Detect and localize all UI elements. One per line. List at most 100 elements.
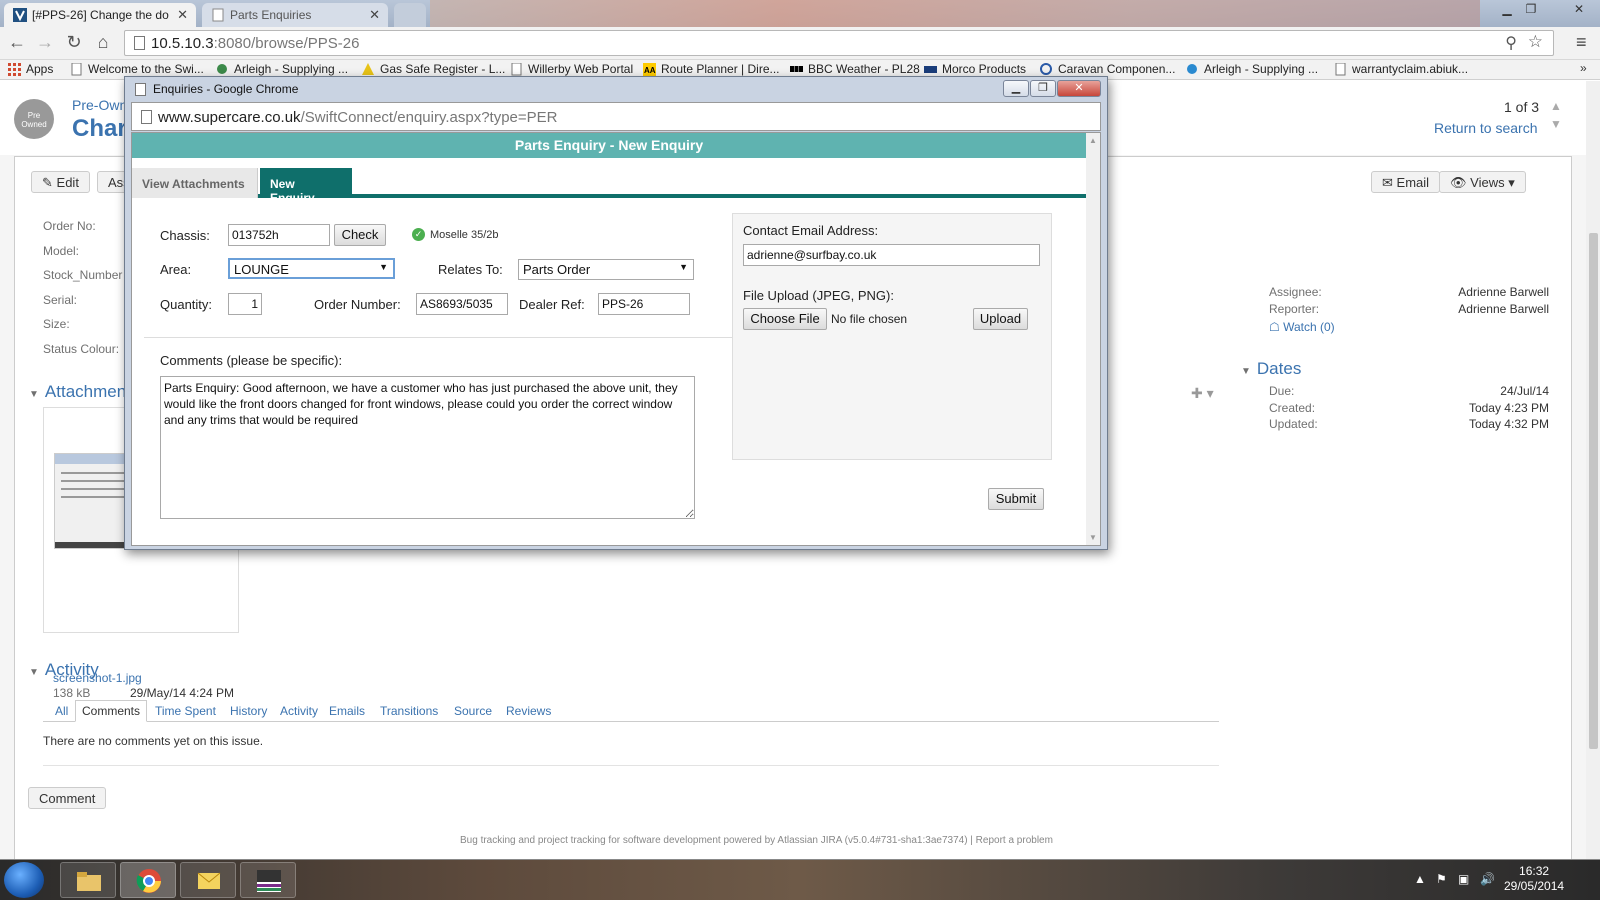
- bookmark-item[interactable]: Arleigh - Supplying ...: [1186, 62, 1318, 76]
- chassis-input[interactable]: [228, 224, 330, 246]
- bookmark-item[interactable]: Welcome to the Swi...: [70, 62, 204, 76]
- due-row: Due: 24/Jul/14: [1269, 384, 1549, 401]
- field-status-colour: Status Colour:: [43, 341, 120, 356]
- apps-grid-icon: [8, 63, 21, 76]
- activity-tab-emails[interactable]: Emails: [329, 704, 365, 718]
- scrollbar-thumb[interactable]: [1589, 233, 1598, 749]
- popup-address-bar[interactable]: www.supercare.co.uk/SwiftConnect/enquiry…: [131, 102, 1101, 131]
- bookmark-star-icon[interactable]: ☆: [1528, 32, 1543, 52]
- bookmark-item[interactable]: Morco Products: [924, 62, 1026, 76]
- bookmark-item[interactable]: BBC Weather - PL28: [790, 62, 920, 76]
- popup-minimize-icon[interactable]: ▁: [1003, 80, 1029, 97]
- start-button[interactable]: [4, 862, 44, 898]
- popup-maximize-icon[interactable]: ❐: [1030, 80, 1056, 97]
- edit-button[interactable]: ✎ Edit: [31, 171, 90, 193]
- upload-button[interactable]: Upload: [973, 308, 1028, 330]
- reporter-value[interactable]: Adrienne Barwell: [1458, 302, 1549, 316]
- taskbar-sage[interactable]: [240, 862, 296, 898]
- submit-button[interactable]: Submit: [988, 488, 1044, 510]
- area-select[interactable]: LOUNGE ▼: [228, 258, 395, 279]
- quantity-input[interactable]: [228, 293, 262, 315]
- search-icon[interactable]: ⚲: [1505, 33, 1517, 53]
- home-icon[interactable]: ⌂: [92, 32, 114, 53]
- tray-network-icon[interactable]: ▣: [1458, 872, 1469, 886]
- address-bar[interactable]: 10.5.10.3:8080/browse/PPS-26 ⚲ ☆: [124, 30, 1554, 56]
- maximize-icon[interactable]: ❐: [1520, 2, 1542, 16]
- page-scrollbar[interactable]: [1586, 81, 1600, 859]
- bbc-icon: [790, 66, 803, 72]
- close-tab-icon[interactable]: ✕: [369, 7, 380, 23]
- bookmarks-overflow[interactable]: »: [1580, 61, 1587, 75]
- activity-tab-activity[interactable]: Activity: [280, 704, 318, 718]
- pager-arrows[interactable]: ▲ ▼: [1550, 97, 1562, 133]
- tray-flag-icon[interactable]: ⚑: [1436, 872, 1447, 886]
- activity-tab-transitions[interactable]: Transitions: [380, 704, 438, 718]
- views-button[interactable]: 👁 Views ▾: [1439, 171, 1526, 193]
- activity-tab-reviews[interactable]: Reviews: [506, 704, 551, 718]
- email-button[interactable]: ✉ Email: [1371, 171, 1441, 193]
- popup-url[interactable]: www.supercare.co.uk/SwiftConnect/enquiry…: [158, 109, 558, 126]
- dates-panel: Due: 24/Jul/14 Created: Today 4:23 PM Upda…: [1269, 384, 1549, 434]
- dates-heading[interactable]: ▼ Dates: [1241, 359, 1301, 379]
- order-number-input[interactable]: [416, 293, 508, 315]
- bookmark-item[interactable]: Caravan Componen...: [1040, 62, 1175, 76]
- tab-parts-enquiries[interactable]: Parts Enquiries ✕: [202, 3, 388, 27]
- project-avatar[interactable]: Pre Owned: [14, 99, 54, 139]
- activity-tab-all[interactable]: All: [55, 704, 68, 718]
- bookmark-item[interactable]: Arleigh - Supplying ...: [216, 62, 348, 76]
- taskbar-chrome[interactable]: [120, 862, 176, 898]
- relates-to-select[interactable]: Parts Order ▼: [518, 259, 694, 280]
- taskbar-outlook[interactable]: [180, 862, 236, 898]
- check-button[interactable]: Check: [334, 224, 386, 246]
- comment-button[interactable]: Comment: [28, 787, 107, 809]
- taskbar-explorer[interactable]: [60, 862, 116, 898]
- bookmark-item[interactable]: AA Route Planner | Dire...: [643, 62, 780, 76]
- activity-tab-comments[interactable]: Comments: [75, 700, 148, 722]
- project-link[interactable]: Pre-Own: [72, 97, 127, 113]
- activity-tab-source[interactable]: Source: [454, 704, 492, 718]
- assignee-value[interactable]: Adrienne Barwell: [1458, 285, 1549, 299]
- bookmark-item[interactable]: warrantyclaim.abiuk...: [1334, 62, 1468, 76]
- tab-view-attachments[interactable]: View Attachments: [132, 168, 258, 198]
- return-to-search-link[interactable]: Return to search: [1434, 120, 1538, 136]
- arleigh-icon: [1187, 64, 1197, 74]
- scroll-down-icon[interactable]: ▼: [1089, 533, 1097, 542]
- dealer-ref-input[interactable]: [598, 293, 690, 315]
- activity-tab-time-spent[interactable]: Time Spent: [155, 704, 216, 718]
- minimize-icon[interactable]: ▁: [1496, 2, 1518, 16]
- forward-icon[interactable]: →: [34, 32, 56, 53]
- activity-tab-history[interactable]: History: [230, 704, 267, 718]
- taskbar-clock[interactable]: 16:32 29/05/2014: [1504, 864, 1564, 894]
- watch-link[interactable]: ☖ Watch (0): [1269, 320, 1549, 334]
- bookmark-label: Morco Products: [942, 62, 1027, 76]
- url-host: 10.5.10.3: [151, 35, 214, 52]
- tray-chevron-icon[interactable]: ▲: [1414, 872, 1426, 886]
- back-icon[interactable]: ←: [6, 32, 28, 53]
- close-window-icon[interactable]: ✕: [1568, 2, 1590, 16]
- tab-new-enquiry[interactable]: New Enquiry: [260, 168, 352, 205]
- new-tab-button[interactable]: [394, 3, 426, 27]
- bookmark-item[interactable]: Gas Safe Register - L...: [362, 62, 505, 76]
- email-icon: ✉: [1382, 175, 1393, 190]
- close-tab-icon[interactable]: ✕: [177, 7, 188, 23]
- comments-textarea[interactable]: Parts Enquiry: Good afternoon, we have a…: [160, 376, 695, 519]
- order-number-label: Order Number:: [314, 297, 401, 312]
- bookmark-item[interactable]: Willerby Web Portal: [510, 62, 633, 76]
- attachment-name[interactable]: screenshot-1.jpg: [53, 671, 142, 685]
- attachments-heading[interactable]: ▼ Attachment: [29, 382, 131, 402]
- tab-jira-issue[interactable]: [#PPS-26] Change the do ✕: [4, 3, 196, 27]
- reload-icon[interactable]: ↻: [63, 32, 85, 53]
- choose-file-button[interactable]: Choose File: [743, 308, 827, 330]
- scroll-up-icon[interactable]: ▲: [1089, 136, 1097, 145]
- page-icon: [141, 110, 152, 124]
- add-attachment-icon[interactable]: ✚ ▾: [1191, 385, 1214, 402]
- tray-volume-icon[interactable]: 🔊: [1480, 872, 1495, 886]
- address-url[interactable]: 10.5.10.3:8080/browse/PPS-26: [151, 35, 359, 52]
- email-input[interactable]: [743, 244, 1040, 266]
- popup-close-icon[interactable]: ✕: [1057, 80, 1101, 97]
- bookmark-apps[interactable]: Apps: [8, 62, 53, 76]
- email-label: Email: [1396, 175, 1430, 190]
- chrome-menu-icon[interactable]: ≡: [1576, 32, 1587, 53]
- field-serial: Serial:: [43, 292, 78, 307]
- popup-scrollbar[interactable]: ▲ ▼: [1086, 133, 1100, 545]
